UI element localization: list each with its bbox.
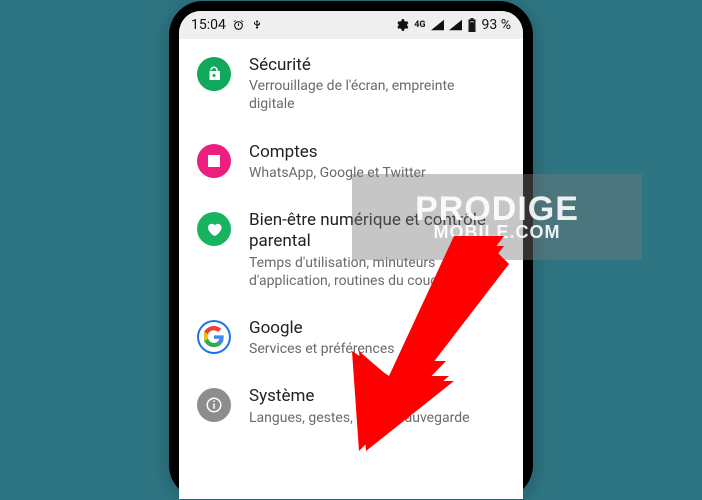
battery-percentage: 93 % (482, 17, 511, 33)
settings-item-system[interactable]: Système Langues, gestes, heure, sauvegar… (179, 372, 523, 440)
account-box-icon (197, 144, 231, 178)
heart-icon (197, 212, 231, 246)
settings-item-subtitle: Langues, gestes, heure, sauvegarde (249, 409, 503, 427)
settings-item-title: Bien-être numérique et contrôle parental (249, 210, 503, 253)
settings-item-subtitle: Services et préférences (249, 340, 503, 358)
screen: 15:04 4G (179, 11, 523, 499)
settings-item-subtitle: Temps d'utilisation, minuteurs d'applica… (249, 254, 503, 290)
settings-item-texts: Bien-être numérique et contrôle parental… (249, 210, 503, 290)
status-right: 4G 93 % (395, 17, 511, 33)
settings-item-accounts[interactable]: Comptes WhatsApp, Google et Twitter (179, 128, 523, 196)
settings-item-wellbeing[interactable]: Bien-être numérique et contrôle parental… (179, 196, 523, 304)
settings-item-title: Google (249, 318, 503, 339)
info-icon (197, 388, 231, 422)
settings-list: Sécurité Verrouillage de l'écran, emprei… (179, 39, 523, 441)
settings-item-texts: Comptes WhatsApp, Google et Twitter (249, 142, 503, 182)
phone-frame: 15:04 4G (169, 1, 533, 499)
settings-item-texts: Sécurité Verrouillage de l'écran, emprei… (249, 55, 503, 114)
usb-icon (251, 18, 263, 32)
settings-cog-icon (395, 18, 409, 32)
settings-item-google[interactable]: Google Services et préférences (179, 304, 523, 372)
settings-item-subtitle: Verrouillage de l'écran, empreinte digit… (249, 77, 503, 113)
battery-icon (467, 18, 477, 32)
network-4g-icon: 4G (414, 20, 425, 30)
settings-item-texts: Google Services et préférences (249, 318, 503, 358)
status-left: 15:04 (191, 17, 263, 33)
lock-open-icon (197, 57, 231, 91)
status-bar: 15:04 4G (179, 11, 523, 39)
alarm-icon (232, 19, 245, 32)
settings-item-title: Comptes (249, 142, 503, 163)
google-g-icon (197, 320, 231, 354)
signal-icon-1 (431, 19, 444, 31)
settings-item-title: Système (249, 386, 503, 407)
settings-item-security[interactable]: Sécurité Verrouillage de l'écran, emprei… (179, 41, 523, 128)
signal-icon-2 (449, 19, 462, 31)
status-time: 15:04 (191, 17, 226, 33)
settings-item-title: Sécurité (249, 55, 503, 76)
settings-item-texts: Système Langues, gestes, heure, sauvegar… (249, 386, 503, 426)
settings-item-subtitle: WhatsApp, Google et Twitter (249, 164, 503, 182)
